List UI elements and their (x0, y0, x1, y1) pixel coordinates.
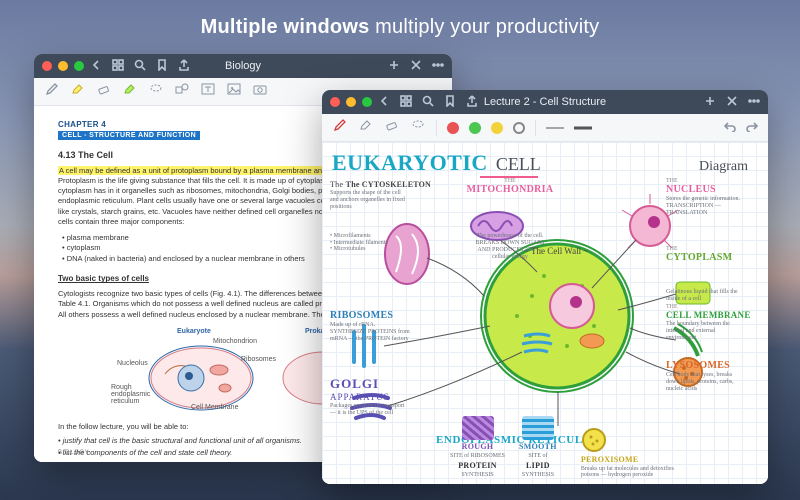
back-icon[interactable] (378, 95, 390, 110)
close-dot[interactable] (330, 97, 340, 107)
tagline: Multiple windows multiply your productiv… (0, 16, 800, 39)
label-lysosomes: LYSOSOMES Cell body that lyses, breaks d… (666, 360, 758, 393)
pen-tool-icon[interactable] (44, 81, 60, 102)
add-icon[interactable] (704, 95, 716, 110)
grid-icon[interactable] (112, 59, 124, 74)
color-swatch-green[interactable] (469, 122, 481, 134)
label-cell-membrane: THE CELL MEMBRANE The boundary between t… (666, 304, 758, 342)
label-ribosomes: RIBOSOMES Made up of rRNA. SYNTHESIZE PR… (330, 310, 430, 343)
minimize-dot[interactable] (346, 97, 356, 107)
titlebar[interactable]: Lecture 2 - Cell Structure (322, 90, 768, 114)
highlighter-icon[interactable] (358, 117, 374, 138)
color-picker-icon[interactable] (513, 122, 525, 134)
undo-icon[interactable] (724, 119, 736, 137)
block-peroxisome: PEROXISOME Breaks up fat molecules and d… (581, 427, 691, 478)
diagram-label: Rough endoplasmic reticulum (111, 384, 159, 405)
lasso-icon[interactable] (410, 117, 426, 138)
diagram-label: Cell Membrane (191, 404, 238, 411)
diagram-title-row: EUKARYOTIC CELL Diagram (332, 150, 758, 176)
close-icon[interactable] (726, 95, 738, 110)
lasso-icon[interactable] (148, 81, 164, 102)
label-nucleus: THE NUCLEUS Stores the genetic informati… (666, 178, 756, 217)
color-swatch-red[interactable] (447, 122, 459, 134)
add-icon[interactable] (388, 59, 400, 74)
diagram-title-script: Diagram (699, 159, 748, 175)
block-rough: ROUGH SITE of RIBOSOMES PROTEIN SYNTHESI… (450, 416, 505, 478)
grid-icon[interactable] (400, 95, 412, 110)
eraser-icon[interactable] (96, 81, 112, 102)
tagline-rest: multiply your productivity (369, 16, 599, 38)
share-icon[interactable] (178, 59, 190, 74)
toolbar-divider (436, 120, 437, 136)
share-icon[interactable] (466, 95, 478, 110)
more-icon[interactable] (432, 59, 444, 74)
label-cytoskeleton: The The CYTOSKELETON Supports the shape … (330, 180, 431, 253)
toolbar-divider (535, 120, 536, 136)
color-swatch-yellow[interactable] (491, 122, 503, 134)
bottom-row: ROUGH SITE of RIBOSOMES PROTEIN SYNTHESI… (332, 416, 758, 478)
back-icon[interactable] (90, 59, 102, 74)
zoom-dot[interactable] (362, 97, 372, 107)
diagram-label: Ribosomes (241, 356, 276, 363)
zoom-dot[interactable] (74, 61, 84, 71)
page-footer: BIOLOGY (58, 450, 89, 456)
minimize-dot[interactable] (58, 61, 68, 71)
redo-icon[interactable] (746, 119, 758, 137)
shapes-icon[interactable] (174, 81, 190, 102)
bookmark-icon[interactable] (444, 95, 456, 110)
search-icon[interactable] (134, 59, 146, 74)
label-golgi: GOLGI APPARATUS Packages proteins for tr… (330, 376, 440, 417)
label-mitochondria: THE MITOCHONDRIA The powerhouse of the c… (462, 178, 558, 261)
diagram-title-main: EUKARYOTIC (332, 150, 488, 176)
diagram-label-eukaryote: Eukaryote (177, 328, 211, 335)
diagram-label: Mitochondrion (213, 338, 257, 345)
stroke-thick-icon[interactable] (574, 124, 592, 132)
text-tool-icon[interactable] (200, 81, 216, 102)
diagram-title-sub: CELL (496, 154, 541, 175)
highlighter-green-icon[interactable] (122, 81, 138, 102)
eraser-icon[interactable] (384, 117, 400, 138)
highlighter-yellow-icon[interactable] (70, 81, 86, 102)
diagram-label: Nucleolus (117, 360, 148, 367)
close-icon[interactable] (410, 59, 422, 74)
tagline-strong: Multiple windows (201, 16, 370, 38)
close-dot[interactable] (42, 61, 52, 71)
block-smooth: SMOOTH SITE of LIPID SYNTHESIS (519, 416, 557, 478)
titlebar[interactable]: Biology (34, 54, 452, 78)
traffic-lights (42, 61, 84, 71)
traffic-lights (330, 97, 372, 107)
search-icon[interactable] (422, 95, 434, 110)
notes-canvas[interactable]: EUKARYOTIC CELL Diagram (322, 142, 768, 484)
image-tool-icon[interactable] (226, 81, 242, 102)
window-lecture-notes[interactable]: Lecture 2 - Cell Structure EUKARYOTIC CE… (322, 90, 768, 484)
bookmark-icon[interactable] (156, 59, 168, 74)
toolbar (322, 114, 768, 142)
section-title-bar: CELL - STRUCTURE AND FUNCTION (58, 131, 200, 140)
stroke-thin-icon[interactable] (546, 124, 564, 132)
camera-icon[interactable] (252, 81, 268, 102)
more-icon[interactable] (748, 95, 760, 110)
label-cytoplasm: THE CYTOPLASM Gelatinous liquid that fil… (666, 246, 756, 303)
pen-tool-icon[interactable] (332, 117, 348, 138)
